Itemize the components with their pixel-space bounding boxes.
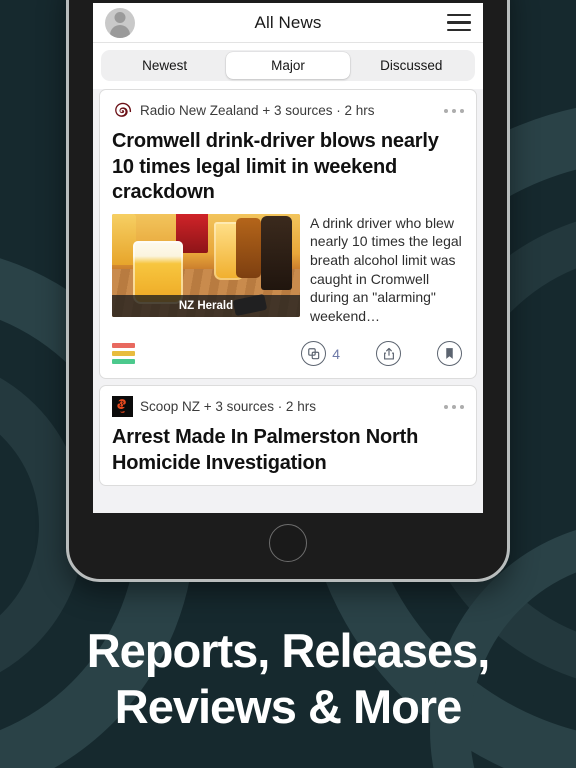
thumbnail-caption: NZ Herald bbox=[112, 294, 300, 317]
radio-new-zealand-logo bbox=[112, 100, 133, 121]
beer-glasses-photo[interactable]: NZ Herald bbox=[112, 213, 300, 317]
article-headline[interactable]: Cromwell drink-driver blows nearly 10 ti… bbox=[100, 125, 476, 214]
article-card[interactable]: Radio New Zealand + 3 sources · 2 hrs Cr… bbox=[99, 89, 477, 380]
tab-major[interactable]: Major bbox=[226, 52, 350, 79]
promo-line-1: Reports, Releases, bbox=[86, 624, 491, 678]
hamburger-menu-icon[interactable] bbox=[447, 13, 471, 32]
avatar[interactable] bbox=[105, 7, 135, 38]
photo-bottle-dark bbox=[260, 215, 293, 290]
tablet-device-frame: All News Newest Major Discussed Radio Ne… bbox=[66, 0, 510, 582]
photo-bottle-amber bbox=[236, 217, 261, 278]
bias-indicator[interactable] bbox=[112, 343, 135, 365]
article-header: Scoop NZ + 3 sources · 2 hrs bbox=[100, 386, 476, 421]
dot bbox=[460, 404, 464, 409]
bias-bar-left bbox=[112, 343, 135, 349]
app-navbar: All News bbox=[93, 3, 483, 43]
sources-unit[interactable]: 4 bbox=[301, 341, 340, 367]
sources-icon[interactable] bbox=[301, 341, 327, 367]
app-store-promo-screenshot: All News Newest Major Discussed Radio Ne… bbox=[0, 0, 576, 768]
page-title: All News bbox=[254, 12, 322, 32]
segmented-control[interactable]: Newest Major Discussed bbox=[101, 50, 475, 81]
news-feed[interactable]: Radio New Zealand + 3 sources · 2 hrs Cr… bbox=[93, 89, 483, 513]
hamburger-bar bbox=[447, 28, 471, 32]
action-buttons: 4 bbox=[301, 341, 462, 367]
share-icon[interactable] bbox=[376, 341, 401, 367]
promo-line-2: Reviews & More bbox=[114, 679, 462, 733]
hamburger-bar bbox=[447, 13, 471, 17]
article-source-meta: Scoop NZ + 3 sources · 2 hrs bbox=[140, 399, 316, 415]
bias-bar-center bbox=[112, 351, 135, 357]
tab-newest[interactable]: Newest bbox=[103, 52, 226, 79]
bias-bar-right bbox=[112, 359, 135, 365]
home-button[interactable] bbox=[269, 524, 307, 562]
dot bbox=[444, 404, 448, 409]
article-card[interactable]: Scoop NZ + 3 sources · 2 hrs Arrest Made… bbox=[99, 385, 477, 486]
article-source-meta: Radio New Zealand + 3 sources · 2 hrs bbox=[140, 103, 375, 118]
article-summary: A drink driver who blew nearly 10 times … bbox=[310, 214, 462, 324]
promo-caption: Reports, Releases, Reviews & More bbox=[0, 623, 576, 734]
article-body: NZ Herald A drink driver who blew nearly… bbox=[100, 213, 476, 336]
article-header: Radio New Zealand + 3 sources · 2 hrs bbox=[100, 90, 476, 125]
sources-count: 4 bbox=[332, 345, 340, 362]
more-options-icon[interactable] bbox=[436, 108, 464, 113]
dot bbox=[444, 108, 448, 113]
more-options-icon[interactable] bbox=[436, 404, 464, 409]
hamburger-bar bbox=[447, 21, 471, 24]
device-screen: All News Newest Major Discussed Radio Ne… bbox=[93, 3, 483, 513]
tab-discussed[interactable]: Discussed bbox=[350, 52, 473, 79]
article-headline[interactable]: Arrest Made In Palmerston North Homicide… bbox=[100, 421, 476, 484]
dot bbox=[452, 108, 456, 113]
article-action-bar: 4 bbox=[100, 335, 476, 378]
dot bbox=[452, 404, 456, 409]
dot bbox=[460, 108, 464, 113]
bookmark-icon[interactable] bbox=[437, 341, 462, 367]
scoop-nz-logo bbox=[112, 396, 133, 418]
filter-tabs-container: Newest Major Discussed bbox=[93, 43, 483, 89]
